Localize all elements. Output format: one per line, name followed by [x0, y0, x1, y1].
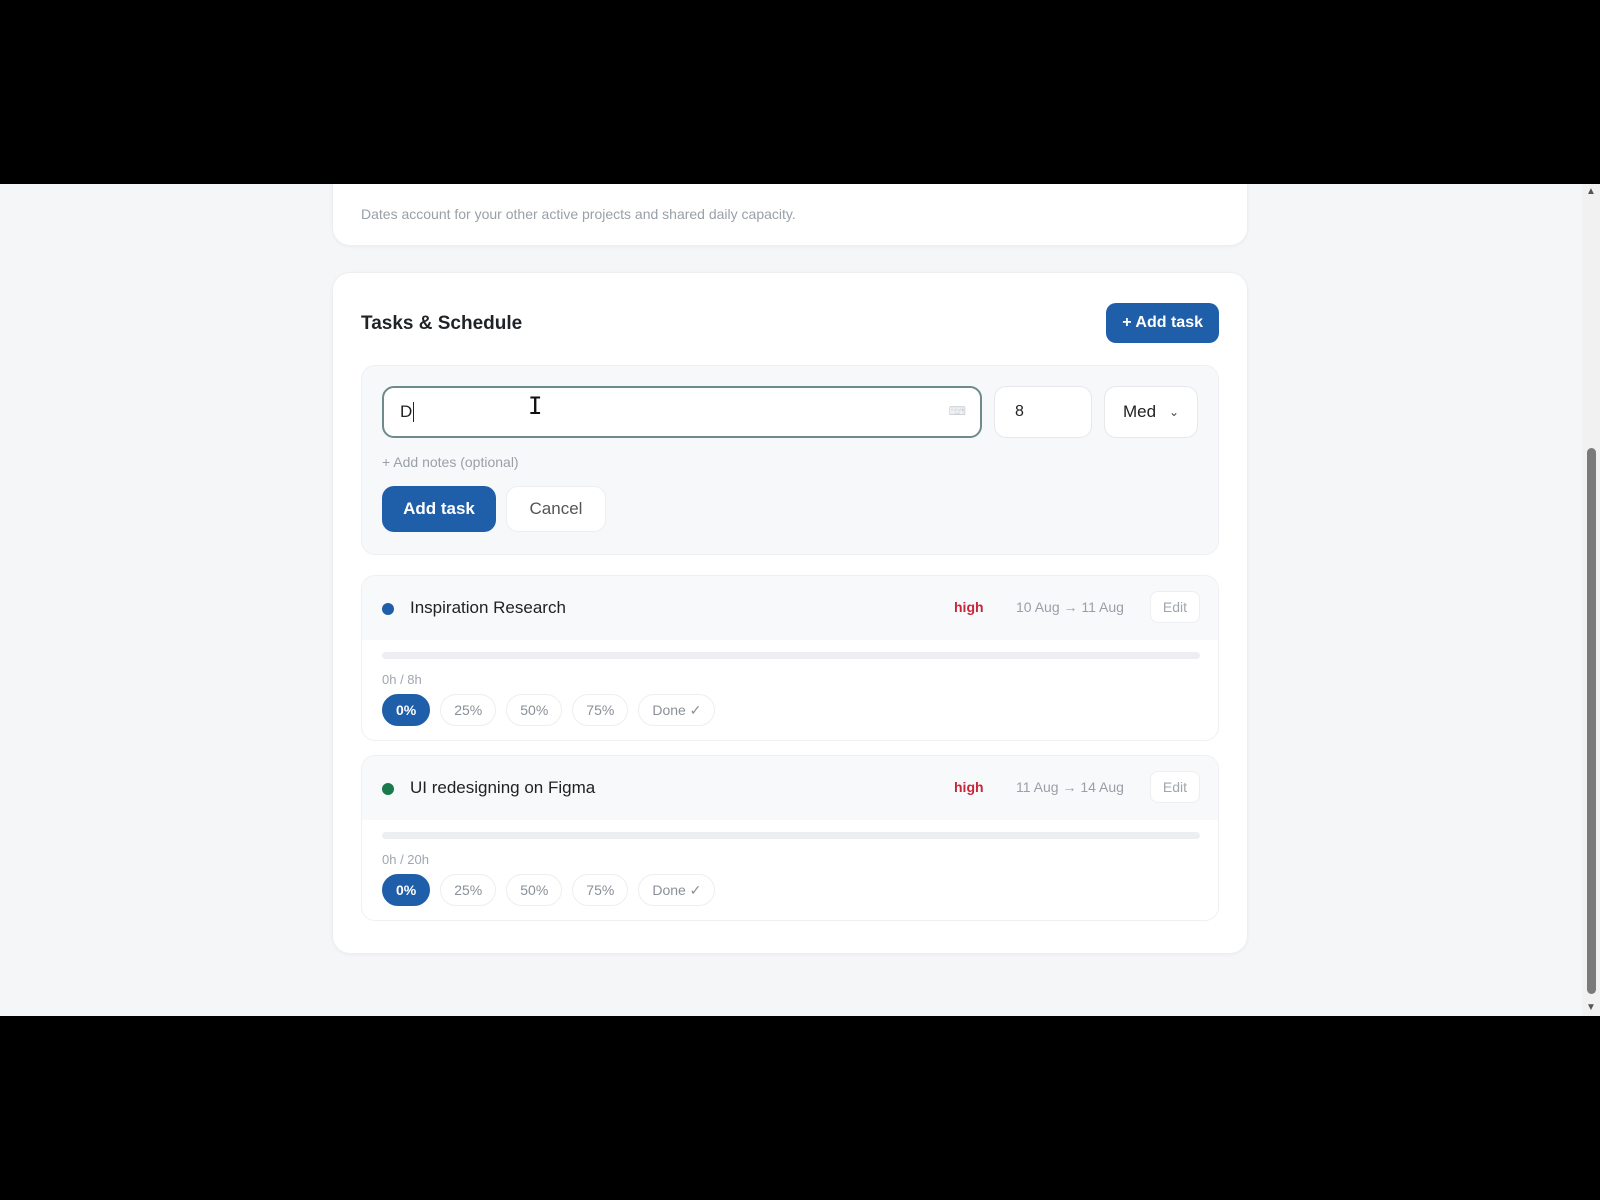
- add-task-header-button[interactable]: + Add task: [1106, 303, 1219, 343]
- task-name: Inspiration Research: [410, 598, 566, 617]
- add-task-submit-button[interactable]: Add task: [382, 486, 496, 532]
- chevron-down-icon: ⌄: [1168, 405, 1179, 419]
- input-hint-icon: ⌨: [948, 404, 966, 418]
- task-card-1: UI redesigning on Figma high 11 Aug → 14…: [361, 755, 1219, 921]
- progress-option-done[interactable]: Done ✓: [638, 694, 716, 726]
- new-task-form: D ⌨ 8 Med ⌄ + Add notes (optional) Add t…: [361, 365, 1219, 555]
- task-priority-select[interactable]: Med ⌄: [1104, 386, 1198, 438]
- progress-option-50[interactable]: 50%: [506, 694, 563, 726]
- task-dates: 11 Aug → 14 Aug: [1016, 779, 1124, 795]
- progress-option-75[interactable]: 75%: [572, 694, 629, 726]
- task-priority-value: Med: [1123, 402, 1157, 421]
- edit-button[interactable]: Edit: [1149, 771, 1200, 803]
- progress-options: 0% 25% 50% 75% Done ✓: [382, 694, 716, 726]
- progress-options: 0% 25% 50% 75% Done ✓: [382, 874, 716, 906]
- capacity-note: Dates account for your other active proj…: [361, 206, 796, 222]
- task-status-dot: [382, 603, 394, 615]
- hours-logged: 0h / 20h: [382, 852, 429, 867]
- progress-option-done[interactable]: Done ✓: [638, 874, 716, 906]
- info-card: Dates account for your other active proj…: [332, 184, 1248, 246]
- task-dates: 10 Aug → 11 Aug: [1016, 599, 1124, 615]
- task-header: Inspiration Research high 10 Aug → 11 Au…: [362, 576, 1218, 640]
- task-status-dot: [382, 783, 394, 795]
- edit-button[interactable]: Edit: [1149, 591, 1200, 623]
- task-name: UI redesigning on Figma: [410, 778, 596, 797]
- scroll-up-arrow-icon[interactable]: ▲: [1585, 186, 1597, 198]
- progress-option-75[interactable]: 75%: [572, 874, 629, 906]
- scroll-down-arrow-icon[interactable]: ▼: [1585, 1002, 1597, 1014]
- priority-badge: high: [954, 779, 984, 795]
- task-header: UI redesigning on Figma high 11 Aug → 14…: [362, 756, 1218, 820]
- text-cursor-icon: I: [528, 392, 543, 420]
- tasks-card: Tasks & Schedule + Add task D ⌨ 8 Med ⌄ …: [332, 272, 1248, 954]
- task-card-0: Inspiration Research high 10 Aug → 11 Au…: [361, 575, 1219, 741]
- progress-option-25[interactable]: 25%: [440, 694, 497, 726]
- cancel-button[interactable]: Cancel: [506, 486, 606, 532]
- section-title: Tasks & Schedule: [361, 313, 523, 334]
- scrollbar-thumb[interactable]: [1587, 448, 1596, 994]
- progress-bar: [382, 832, 1200, 839]
- vertical-scrollbar[interactable]: ▲ ▼: [1582, 184, 1600, 1016]
- page-viewport: Dates account for your other active proj…: [0, 184, 1600, 1016]
- priority-badge: high: [954, 599, 984, 615]
- progress-bar: [382, 652, 1200, 659]
- progress-option-0[interactable]: 0%: [382, 874, 431, 906]
- hours-logged: 0h / 8h: [382, 672, 422, 687]
- progress-option-50[interactable]: 50%: [506, 874, 563, 906]
- progress-option-0[interactable]: 0%: [382, 694, 431, 726]
- text-caret: [413, 402, 415, 422]
- task-title-value: D: [400, 402, 413, 421]
- task-title-input[interactable]: D ⌨: [382, 386, 982, 438]
- progress-option-25[interactable]: 25%: [440, 874, 497, 906]
- task-hours-input[interactable]: 8: [994, 386, 1092, 438]
- add-notes-link[interactable]: + Add notes (optional): [382, 454, 519, 470]
- task-hours-value: 8: [1015, 403, 1024, 420]
